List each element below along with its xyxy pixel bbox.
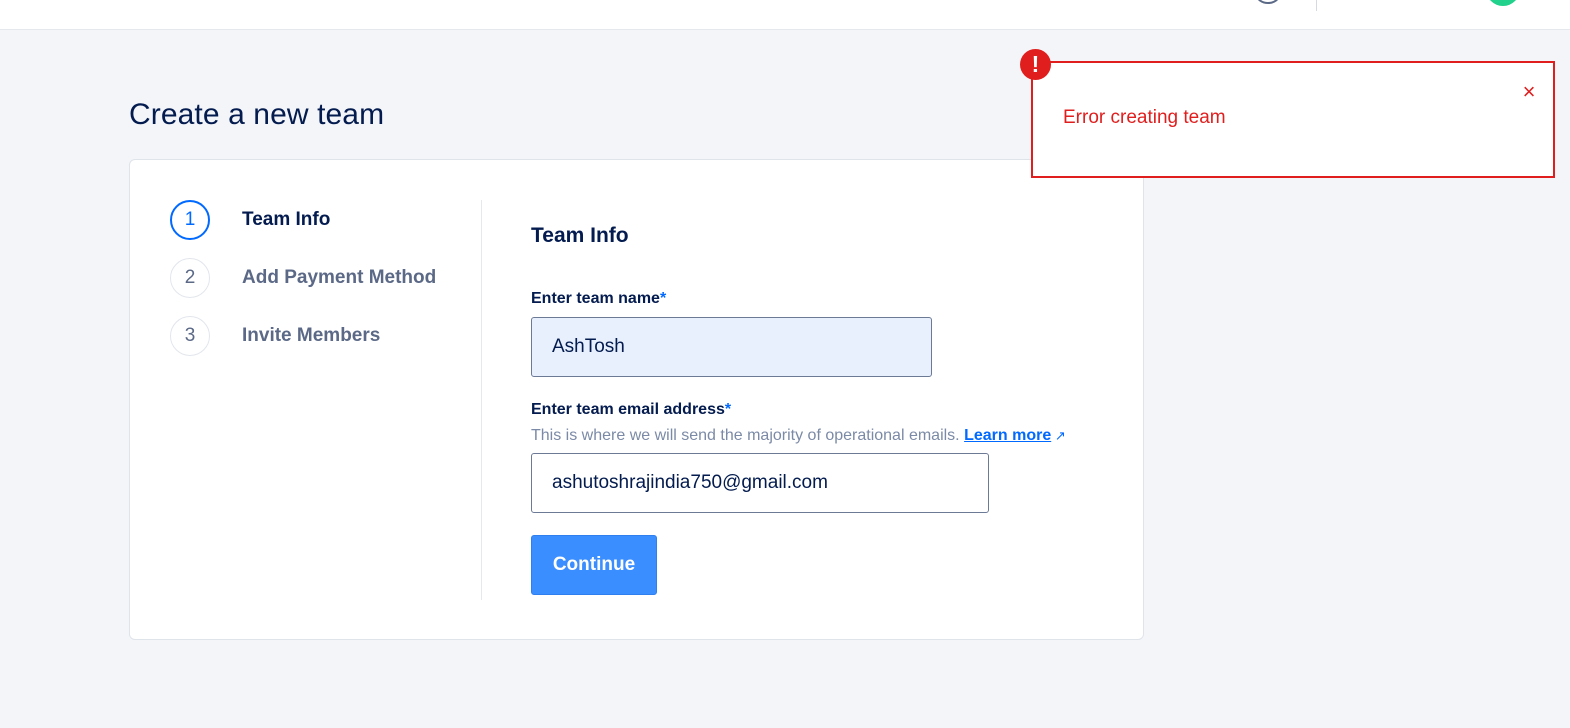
team-name-label: Enter team name* (531, 290, 1121, 308)
required-mark: * (659, 290, 667, 307)
vertical-divider (481, 200, 482, 600)
team-info-form: Team Info Enter team name* Enter team em… (531, 224, 1121, 595)
step-team-info[interactable]: 1 Team Info (170, 200, 330, 240)
close-icon[interactable]: × (1519, 81, 1539, 103)
team-email-label-text: Enter team email address (531, 401, 725, 418)
team-name-input[interactable] (531, 317, 932, 377)
team-email-label: Enter team email address* (531, 401, 1121, 419)
step-number: 1 (170, 200, 210, 240)
team-email-input[interactable] (531, 453, 989, 513)
stepper: 1 Team Info 2 Add Payment Method 3 Invit… (170, 200, 436, 374)
create-team-card: 1 Team Info 2 Add Payment Method 3 Invit… (129, 159, 1144, 640)
top-navigation-bar (0, 0, 1570, 30)
required-mark: * (724, 401, 732, 418)
step-invite-members[interactable]: 3 Invite Members (170, 316, 380, 356)
step-label: Team Info (242, 209, 331, 230)
continue-button[interactable]: Continue (531, 535, 657, 595)
avatar-pattern (1496, 0, 1510, 3)
step-add-payment-method[interactable]: 2 Add Payment Method (170, 258, 436, 298)
page-title: Create a new team (129, 98, 385, 131)
section-title: Team Info (531, 224, 629, 247)
user-avatar[interactable] (1486, 0, 1520, 6)
external-link-icon: ↗ (1051, 428, 1066, 443)
learn-more-link[interactable]: Learn more (964, 427, 1051, 444)
help-icon[interactable] (1256, 0, 1280, 4)
email-help-text: This is where we will send the majority … (531, 427, 1121, 445)
step-number: 2 (170, 258, 210, 298)
error-toast: ! Error creating team × (1020, 49, 1555, 178)
step-label: Invite Members (242, 325, 381, 346)
step-label: Add Payment Method (242, 267, 437, 288)
team-name-label-text: Enter team name (531, 290, 660, 307)
email-help-description: This is where we will send the majority … (531, 427, 960, 444)
error-message: Error creating team (1063, 107, 1226, 128)
step-number: 3 (170, 316, 210, 356)
error-icon: ! (1020, 49, 1051, 80)
topbar-divider (1316, 0, 1317, 11)
